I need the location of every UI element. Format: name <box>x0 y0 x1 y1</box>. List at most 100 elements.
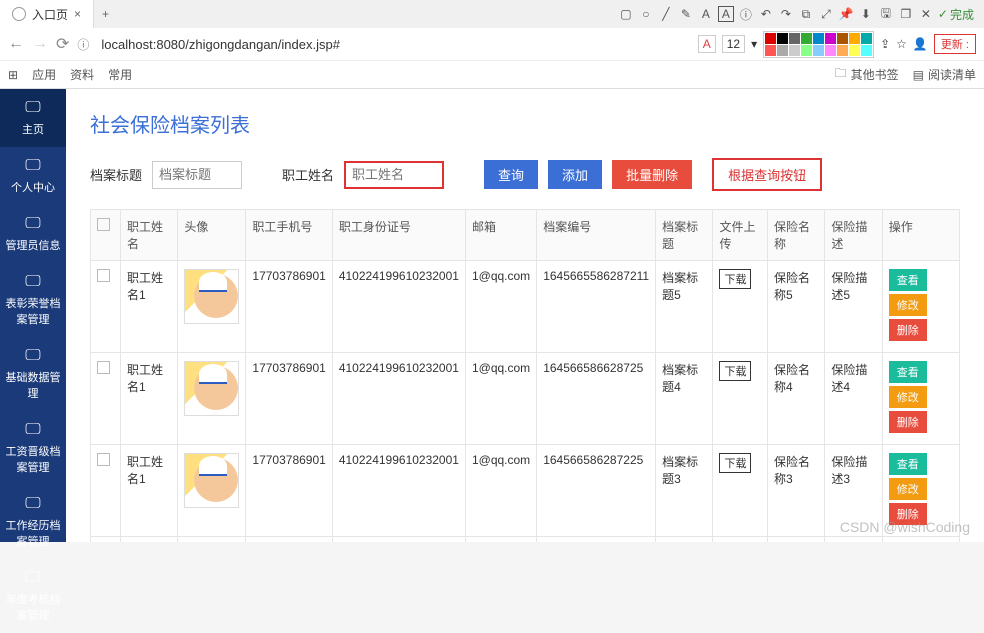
color-swatch[interactable] <box>777 45 788 56</box>
edit-button[interactable]: 修改 <box>889 386 927 408</box>
square-icon[interactable]: ▢ <box>618 6 634 22</box>
delete-button[interactable]: 删除 <box>889 411 927 433</box>
text-icon[interactable]: A <box>698 6 714 22</box>
bookmark-item[interactable]: 资料 <box>70 66 94 83</box>
devtools-icons: ▢ ○ ╱ ✎ A A ⓘ ↶ ↷ ⧉ ⤢ 📌 ⬇ 🖫 ❐ ✕ ✓ 完成 <box>618 6 984 23</box>
pencil-icon[interactable]: ✎ <box>678 6 694 22</box>
cell-name: 职工姓名1 <box>121 353 178 445</box>
url-text[interactable]: localhost:8080/zhigongdangan/index.jsp# <box>101 37 689 52</box>
profile-icon[interactable]: 👤 <box>913 37 928 51</box>
color-swatch[interactable] <box>813 45 824 56</box>
browser-chrome: 入口页 × + ▢ ○ ╱ ✎ A A ⓘ ↶ ↷ ⧉ ⤢ 📌 ⬇ 🖫 ❐ ✕ … <box>0 0 984 89</box>
filter-title-input[interactable] <box>152 161 242 189</box>
sidebar-item[interactable]: 🖵基础数据管理 <box>0 337 66 411</box>
cell-file: 下载 <box>713 537 768 543</box>
color-swatch[interactable] <box>813 33 824 44</box>
cell-avatar <box>178 353 246 445</box>
view-button[interactable]: 查看 <box>889 269 927 291</box>
color-swatch[interactable] <box>789 45 800 56</box>
new-tab-button[interactable]: + <box>94 7 117 21</box>
copy-icon[interactable]: ❐ <box>898 6 914 22</box>
color-swatch[interactable] <box>861 33 872 44</box>
color-swatch[interactable] <box>861 45 872 56</box>
color-swatch[interactable] <box>789 33 800 44</box>
query-button[interactable]: 查询 <box>484 160 538 189</box>
color-swatch[interactable] <box>765 33 776 44</box>
row-checkbox[interactable] <box>97 361 110 374</box>
download-button[interactable]: 下载 <box>719 453 751 473</box>
apps-icon[interactable]: ⊞ <box>8 68 18 82</box>
font-size[interactable]: 12 <box>722 35 745 53</box>
filter-name-input[interactable] <box>344 161 444 189</box>
forward-button[interactable]: → <box>32 35 48 53</box>
query-by-button[interactable]: 根据查询按钮 <box>712 158 822 191</box>
download-icon[interactable]: ⬇ <box>858 6 874 22</box>
share-icon[interactable]: ⇪ <box>880 37 890 51</box>
circle-icon[interactable]: ○ <box>638 6 654 22</box>
address-bar: ← → ⟳ ⓘ localhost:8080/zhigongdangan/ind… <box>0 28 984 60</box>
batch-delete-button[interactable]: 批量删除 <box>612 160 692 189</box>
font-label[interactable]: A <box>698 35 716 53</box>
browser-tab[interactable]: 入口页 × <box>0 0 94 28</box>
column-header <box>91 210 121 261</box>
edit-button[interactable]: 修改 <box>889 294 927 316</box>
cell-idcard: 410224199610232001 <box>332 445 465 537</box>
bookmark-item[interactable]: 常用 <box>108 66 132 83</box>
reading-list[interactable]: ▤ 阅读清单 <box>913 64 976 85</box>
bookmark-item[interactable]: 应用 <box>32 66 56 83</box>
close-toolbar-icon[interactable]: ✕ <box>918 6 934 22</box>
textbox-icon[interactable]: A <box>718 6 734 22</box>
download-button[interactable]: 下载 <box>719 361 751 381</box>
sidebar-item[interactable]: 🖵工资晋级档案管理 <box>0 411 66 485</box>
select-all-checkbox[interactable] <box>97 218 110 231</box>
color-swatch[interactable] <box>801 45 812 56</box>
view-button[interactable]: 查看 <box>889 361 927 383</box>
font-dropdown-icon[interactable]: ▾ <box>751 37 757 51</box>
color-swatch[interactable] <box>765 45 776 56</box>
sidebar-item[interactable]: 🖵个人中心 <box>0 147 66 205</box>
sidebar-item[interactable]: 🖵主页 <box>0 89 66 147</box>
edit-button[interactable]: 修改 <box>889 478 927 500</box>
column-header: 保险名称 <box>767 210 824 261</box>
sidebar-item[interactable]: 🖵工作经历档案管理 <box>0 485 66 559</box>
color-swatch[interactable] <box>849 33 860 44</box>
delete-button[interactable]: 删除 <box>889 319 927 341</box>
sidebar-item[interactable]: 🖵管理员信息 <box>0 205 66 263</box>
expand-icon[interactable]: ⤢ <box>818 6 834 22</box>
delete-button[interactable]: 删除 <box>889 503 927 525</box>
color-swatch[interactable] <box>777 33 788 44</box>
cell-insdesc: 保险描述2 <box>825 537 882 543</box>
info-icon[interactable]: ⓘ <box>738 6 754 22</box>
row-checkbox[interactable] <box>97 269 110 282</box>
back-button[interactable]: ← <box>8 35 24 53</box>
color-palette[interactable] <box>763 31 874 58</box>
download-button[interactable]: 下载 <box>719 269 751 289</box>
undo-icon[interactable]: ↶ <box>758 6 774 22</box>
reload-button[interactable]: ⟳ <box>56 34 69 54</box>
cell-phone: 17703786901 <box>246 445 332 537</box>
close-icon[interactable]: × <box>74 7 81 21</box>
view-button[interactable]: 查看 <box>889 453 927 475</box>
color-swatch[interactable] <box>801 33 812 44</box>
crop-icon[interactable]: ⧉ <box>798 6 814 22</box>
monitor-icon: 🖵 <box>4 495 62 513</box>
pin-icon[interactable]: 📌 <box>838 6 854 22</box>
star-icon[interactable]: ☆ <box>896 37 907 51</box>
done-button[interactable]: ✓ 完成 <box>938 6 974 23</box>
color-swatch[interactable] <box>837 45 848 56</box>
color-swatch[interactable] <box>825 33 836 44</box>
redo-icon[interactable]: ↷ <box>778 6 794 22</box>
sidebar-item[interactable]: 🖵年度考核档案管理 <box>0 559 66 633</box>
line-icon[interactable]: ╱ <box>658 6 674 22</box>
other-bookmarks[interactable]: 🗀 其他书签 <box>835 64 899 85</box>
save-icon[interactable]: 🖫 <box>878 6 894 22</box>
color-swatch[interactable] <box>849 45 860 56</box>
row-checkbox[interactable] <box>97 453 110 466</box>
cell-insdesc: 保险描述4 <box>825 353 882 445</box>
sidebar-item[interactable]: 🖵表彰荣誉档案管理 <box>0 263 66 337</box>
add-button[interactable]: 添加 <box>548 160 602 189</box>
site-info-icon[interactable]: ⓘ <box>77 36 89 53</box>
color-swatch[interactable] <box>837 33 848 44</box>
color-swatch[interactable] <box>825 45 836 56</box>
update-button[interactable]: 更新 : <box>934 34 976 54</box>
